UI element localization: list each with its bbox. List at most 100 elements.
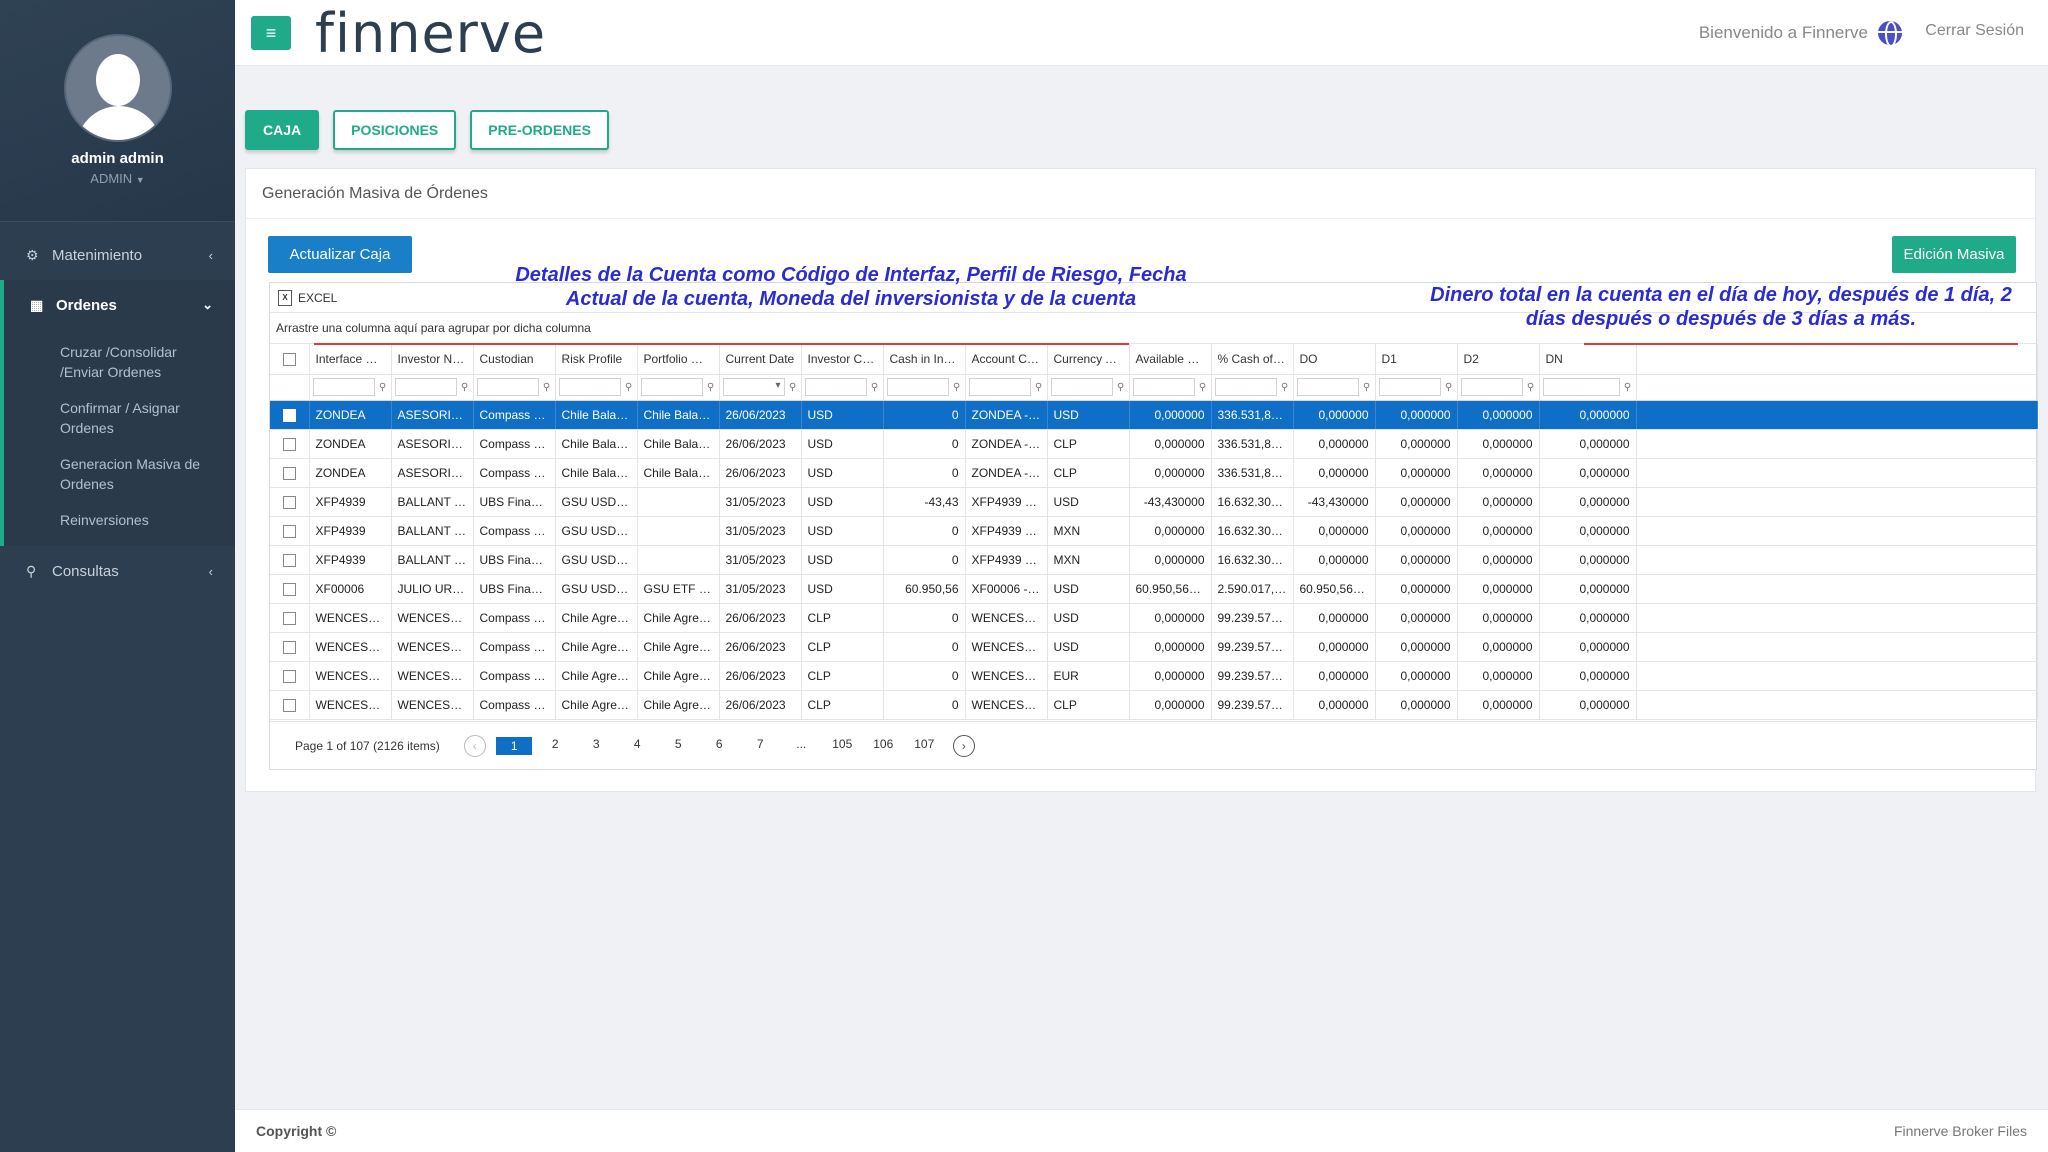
filter-icon[interactable]: ⚲ [1033, 382, 1045, 393]
page-link[interactable]: 7 [740, 737, 781, 755]
row-checkbox[interactable] [270, 661, 310, 691]
table-row[interactable]: ZONDEAASESORIAS E I...Compass GroupChile… [270, 429, 2038, 459]
prev-page-icon[interactable]: ‹ [463, 734, 486, 757]
row-checkbox[interactable] [270, 603, 310, 633]
page-link[interactable]: 3 [576, 737, 617, 755]
table-row[interactable]: ZONDEAASESORIAS E I...Compass GroupChile… [270, 400, 2038, 430]
filter-icon[interactable]: ⚲ [951, 382, 963, 393]
column-header[interactable]: Risk Profile [555, 344, 638, 375]
row-checkbox[interactable] [270, 632, 310, 662]
menu-toggle-button[interactable]: ≡ [251, 16, 291, 50]
page-link[interactable]: 106 [863, 737, 904, 755]
column-header[interactable]: Cash in Invest... [883, 344, 966, 375]
filter-icon[interactable]: ⚲ [787, 382, 799, 393]
filter-input[interactable] [1460, 378, 1523, 396]
next-page-icon[interactable]: › [952, 734, 975, 757]
filter-icon[interactable]: ⚲ [1115, 382, 1127, 393]
table-row[interactable]: ZONDEAASESORIAS E I...Compass GroupChile… [270, 458, 2038, 488]
page-link[interactable]: 4 [617, 737, 658, 755]
row-checkbox[interactable] [270, 400, 310, 430]
filter-input[interactable] [1050, 378, 1113, 396]
column-header[interactable]: Interface Code [309, 344, 392, 375]
submenu-item-generacion-masiva[interactable]: Generacion Masiva de Ordenes [4, 446, 235, 502]
column-header[interactable]: Account Co...▼ [965, 344, 1048, 375]
column-header[interactable]: Current Date [719, 344, 802, 375]
filter-icon[interactable]: ⚲ [1622, 382, 1634, 393]
column-header[interactable]: Available Cash [1129, 344, 1212, 375]
row-checkbox[interactable] [270, 458, 310, 488]
user-role-dropdown[interactable]: ADMIN ▼ [0, 171, 235, 186]
column-header[interactable]: D1 [1375, 344, 1458, 375]
table-row[interactable]: XFP4939BALLANT LIMI...Compass GroupGSU U… [270, 516, 2038, 546]
filter-input[interactable] [1296, 378, 1359, 396]
column-header[interactable]: Currency Acc... [1047, 344, 1130, 375]
column-header[interactable]: DO [1293, 344, 1376, 375]
sidebar-item-ordenes[interactable]: ▦ Ordenes ⌄ [0, 280, 235, 330]
filter-input[interactable] [394, 378, 457, 396]
page-link[interactable]: 2 [535, 737, 576, 755]
filter-icon[interactable]: ⚲ [1361, 382, 1373, 393]
filter-icon[interactable]: ⚲ [1279, 382, 1291, 393]
row-checkbox[interactable] [270, 429, 310, 459]
page-link[interactable]: 107 [904, 737, 945, 755]
submenu-item-confirmar[interactable]: Confirmar / Asignar Ordenes [4, 390, 235, 446]
table-row[interactable]: XFP4939BALLANT LIMI...UBS Financial ...G… [270, 487, 2038, 517]
filter-input[interactable] [722, 378, 785, 396]
filter-input[interactable] [1542, 378, 1620, 396]
page-link[interactable]: 6 [699, 737, 740, 755]
column-header[interactable]: Investor Name [391, 344, 474, 375]
tab-caja[interactable]: CAJA [245, 110, 320, 150]
row-checkbox[interactable] [270, 690, 310, 720]
page-link[interactable]: 105 [822, 737, 863, 755]
table-row[interactable]: WENCESLAO ...WENCESLAO J...Compass Group… [270, 603, 2038, 633]
globe-icon[interactable] [1878, 21, 1902, 47]
filter-icon[interactable]: ⚲ [459, 382, 471, 393]
column-header[interactable]: D2 [1457, 344, 1540, 375]
logout-link[interactable]: Cerrar Sesión [1925, 22, 2024, 40]
update-cash-button[interactable]: Actualizar Caja [268, 236, 412, 273]
submenu-item-reinversiones[interactable]: Reinversiones [4, 502, 235, 538]
column-header[interactable]: Investor Curre... [801, 344, 884, 375]
page-link[interactable]: ... [781, 737, 822, 755]
filter-icon[interactable]: ⚲ [1443, 382, 1455, 393]
table-row[interactable]: XF00006JULIO URIBE B...UBS Financial ...… [270, 574, 2038, 604]
filter-icon[interactable]: ⚲ [623, 382, 635, 393]
avatar[interactable] [63, 34, 172, 142]
filter-input[interactable] [968, 378, 1031, 396]
column-header[interactable]: DN [1539, 344, 1637, 375]
filter-icon[interactable]: ⚲ [869, 382, 881, 393]
filter-input[interactable] [1214, 378, 1277, 396]
submenu-item-cruzar[interactable]: Cruzar /Consolidar /Enviar Ordenes [4, 334, 235, 390]
filter-input[interactable] [476, 378, 539, 396]
filter-icon[interactable]: ⚲ [1197, 382, 1209, 393]
filter-icon[interactable]: ⚲ [1525, 382, 1537, 393]
row-checkbox[interactable] [270, 516, 310, 546]
bulk-edit-button[interactable]: Edición Masiva [1892, 236, 2016, 273]
row-checkbox[interactable] [270, 574, 310, 604]
filter-input[interactable] [886, 378, 949, 396]
select-all-checkbox[interactable] [270, 344, 310, 375]
page-link[interactable]: 1 [494, 736, 535, 755]
filter-input[interactable] [558, 378, 621, 396]
filter-input[interactable] [640, 378, 703, 396]
tab-pre-ordenes[interactable]: PRE-ORDENES [470, 110, 609, 150]
column-header[interactable]: % Cash of NAV [1211, 344, 1294, 375]
filter-icon[interactable]: ⚲ [377, 382, 389, 393]
table-row[interactable]: WENCESLAO ...WENCESLAO J...Compass Group… [270, 690, 2038, 720]
column-header[interactable]: Custodian [473, 344, 556, 375]
filter-input[interactable] [804, 378, 867, 396]
filter-input[interactable] [312, 378, 375, 396]
filter-icon[interactable]: ⚲ [705, 382, 717, 393]
sidebar-item-matenimiento[interactable]: ⚙ Matenimiento ‹ [0, 230, 235, 280]
row-checkbox[interactable] [270, 545, 310, 575]
row-checkbox[interactable] [270, 487, 310, 517]
excel-icon[interactable]: X [278, 289, 292, 306]
sidebar-item-consultas[interactable]: ⚲ Consultas ‹ [0, 546, 235, 596]
tab-posiciones[interactable]: POSICIONES [333, 110, 457, 150]
table-row[interactable]: WENCESLAO ...WENCESLAO J...Compass Group… [270, 661, 2038, 691]
column-header[interactable]: Portfolio Model [637, 344, 720, 375]
table-row[interactable]: XFP4939BALLANT LIMI...UBS Financial ...G… [270, 545, 2038, 575]
filter-input[interactable] [1132, 378, 1195, 396]
filter-input[interactable] [1378, 378, 1441, 396]
page-link[interactable]: 5 [658, 737, 699, 755]
